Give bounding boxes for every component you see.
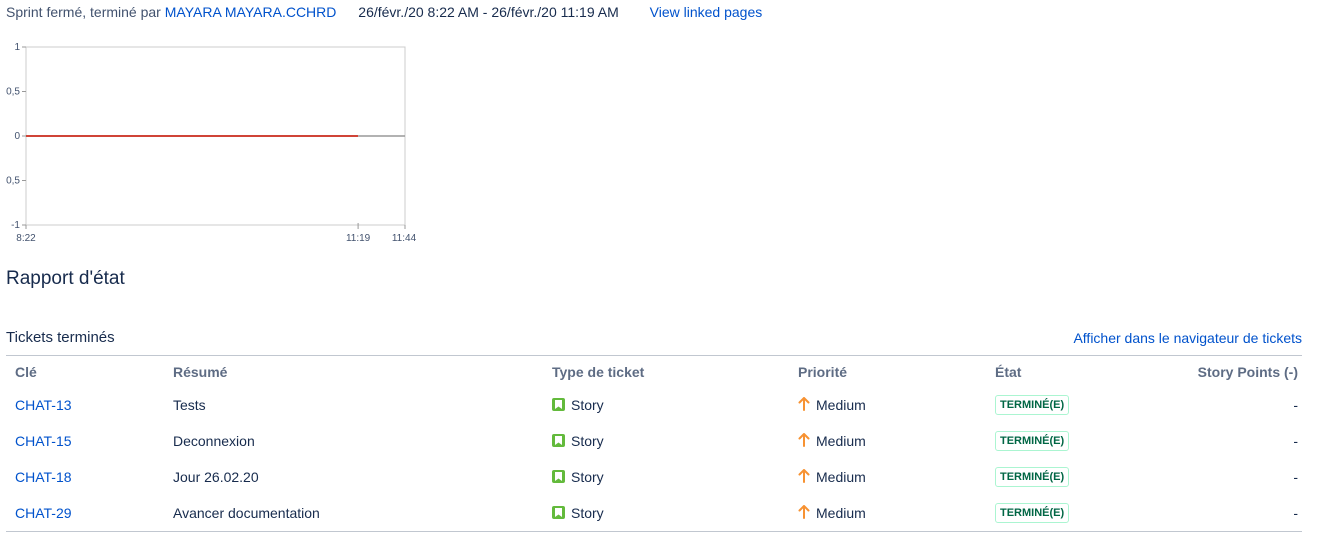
header-state[interactable]: État	[986, 356, 1145, 388]
issue-key-link[interactable]: CHAT-18	[15, 469, 72, 485]
completed-issues-table: Clé Résumé Type de ticket Priorité État …	[6, 355, 1302, 532]
completed-issues-title: Tickets terminés	[6, 329, 115, 346]
issue-type-cell: Story	[543, 423, 789, 459]
chart-series	[26, 135, 405, 225]
y-tick-label: 0,5	[6, 87, 20, 98]
issue-state-cell: TERMINÉ(E)	[986, 423, 1145, 459]
issue-key-link[interactable]: CHAT-29	[15, 505, 72, 521]
issue-key-cell: CHAT-13	[6, 387, 164, 423]
issue-state-cell: TERMINÉ(E)	[986, 459, 1145, 495]
issue-priority-cell: Medium	[789, 495, 986, 532]
issue-type-label: Story	[571, 433, 604, 449]
view-in-issue-navigator-link[interactable]: Afficher dans le navigateur de tickets	[1073, 328, 1302, 348]
issue-state-cell: TERMINÉ(E)	[986, 387, 1145, 423]
arrow-up-icon	[798, 469, 810, 483]
table-row: CHAT-15 Deconnexion Story Medium TERMINÉ(E) -	[6, 423, 1302, 459]
closed-by-user-link[interactable]: MAYARA MAYARA.CCHRD	[165, 4, 337, 20]
sprint-header: Sprint fermé, terminé par MAYARA MAYARA.…	[6, 3, 762, 21]
x-tick-label: 11:44	[392, 233, 417, 244]
arrow-up-icon	[798, 397, 810, 411]
issue-summary: Jour 26.02.20	[173, 469, 259, 485]
arrow-up-icon	[798, 505, 810, 519]
header-priority[interactable]: Priorité	[789, 356, 986, 388]
y-tick-label: 1	[14, 42, 20, 53]
story-icon	[552, 506, 565, 519]
status-badge: TERMINÉ(E)	[995, 503, 1070, 523]
issue-summary: Deconnexion	[173, 433, 255, 449]
view-linked-pages-link[interactable]: View linked pages	[650, 4, 763, 20]
issue-summary: Tests	[173, 397, 206, 413]
issue-story-points: -	[1293, 469, 1298, 485]
x-tick-label: 11:19	[346, 233, 371, 244]
table-row: CHAT-13 Tests Story Medium TERMINÉ(E) -	[6, 387, 1302, 423]
issue-state-cell: TERMINÉ(E)	[986, 495, 1145, 532]
report-title: Rapport d'état	[6, 268, 125, 289]
y-tick-label: -1	[11, 220, 20, 231]
issue-key-link[interactable]: CHAT-13	[15, 397, 72, 413]
issue-type-cell: Story	[543, 387, 789, 423]
issue-type-cell: Story	[543, 495, 789, 532]
issue-priority-label: Medium	[816, 505, 866, 521]
sprint-status: Sprint fermé, terminé par	[6, 4, 165, 20]
header-key[interactable]: Clé	[6, 356, 164, 388]
y-tick-label: 0	[14, 131, 20, 142]
y-tick-label: 0,5	[6, 176, 20, 187]
issue-type-cell: Story	[543, 459, 789, 495]
table-row: CHAT-29 Avancer documentation Story Medium T…	[6, 495, 1302, 532]
issue-key-cell: CHAT-29	[6, 495, 164, 532]
burndown-chart: 1 0,5 0 0,5 -1 8:22 11:19 11:44	[6, 42, 417, 244]
header-summary[interactable]: Résumé	[164, 356, 543, 388]
issue-priority-cell: Medium	[789, 459, 986, 495]
issue-type-label: Story	[571, 397, 604, 413]
story-icon	[552, 434, 565, 447]
issue-type-label: Story	[571, 469, 604, 485]
y-axis: 1 0,5 0 0,5 -1	[6, 42, 26, 231]
table-row: CHAT-18 Jour 26.02.20 Story Medium TERMINÉ(E…	[6, 459, 1302, 495]
header-type[interactable]: Type de ticket	[543, 356, 789, 388]
issue-story-points: -	[1293, 433, 1298, 449]
issue-key-cell: CHAT-18	[6, 459, 164, 495]
issue-priority-cell: Medium	[789, 423, 986, 459]
status-badge: TERMINÉ(E)	[995, 431, 1070, 451]
table-header-row: Clé Résumé Type de ticket Priorité État …	[6, 355, 1302, 388]
header-story-points[interactable]: Story Points (-)	[1145, 356, 1302, 388]
issue-priority-label: Medium	[816, 397, 866, 413]
issue-priority-label: Medium	[816, 469, 866, 485]
issue-priority-label: Medium	[816, 433, 866, 449]
x-tick-label: 8:22	[16, 233, 36, 244]
issue-summary: Avancer documentation	[164, 495, 543, 532]
arrow-up-icon	[798, 433, 810, 447]
issue-story-points: -	[1145, 495, 1302, 532]
sprint-date-range: 26/févr./20 8:22 AM - 26/févr./20 11:19 …	[358, 4, 619, 20]
issue-priority-cell: Medium	[789, 387, 986, 423]
x-axis: 8:22 11:19 11:44	[16, 225, 417, 244]
issue-key-cell: CHAT-15	[6, 423, 164, 459]
status-badge: TERMINÉ(E)	[995, 395, 1070, 415]
issue-key-link[interactable]: CHAT-15	[15, 433, 72, 449]
issue-type-label: Story	[571, 505, 604, 521]
issue-story-points: -	[1293, 397, 1298, 413]
story-icon	[552, 398, 565, 411]
story-icon	[552, 470, 565, 483]
status-badge: TERMINÉ(E)	[995, 467, 1070, 487]
